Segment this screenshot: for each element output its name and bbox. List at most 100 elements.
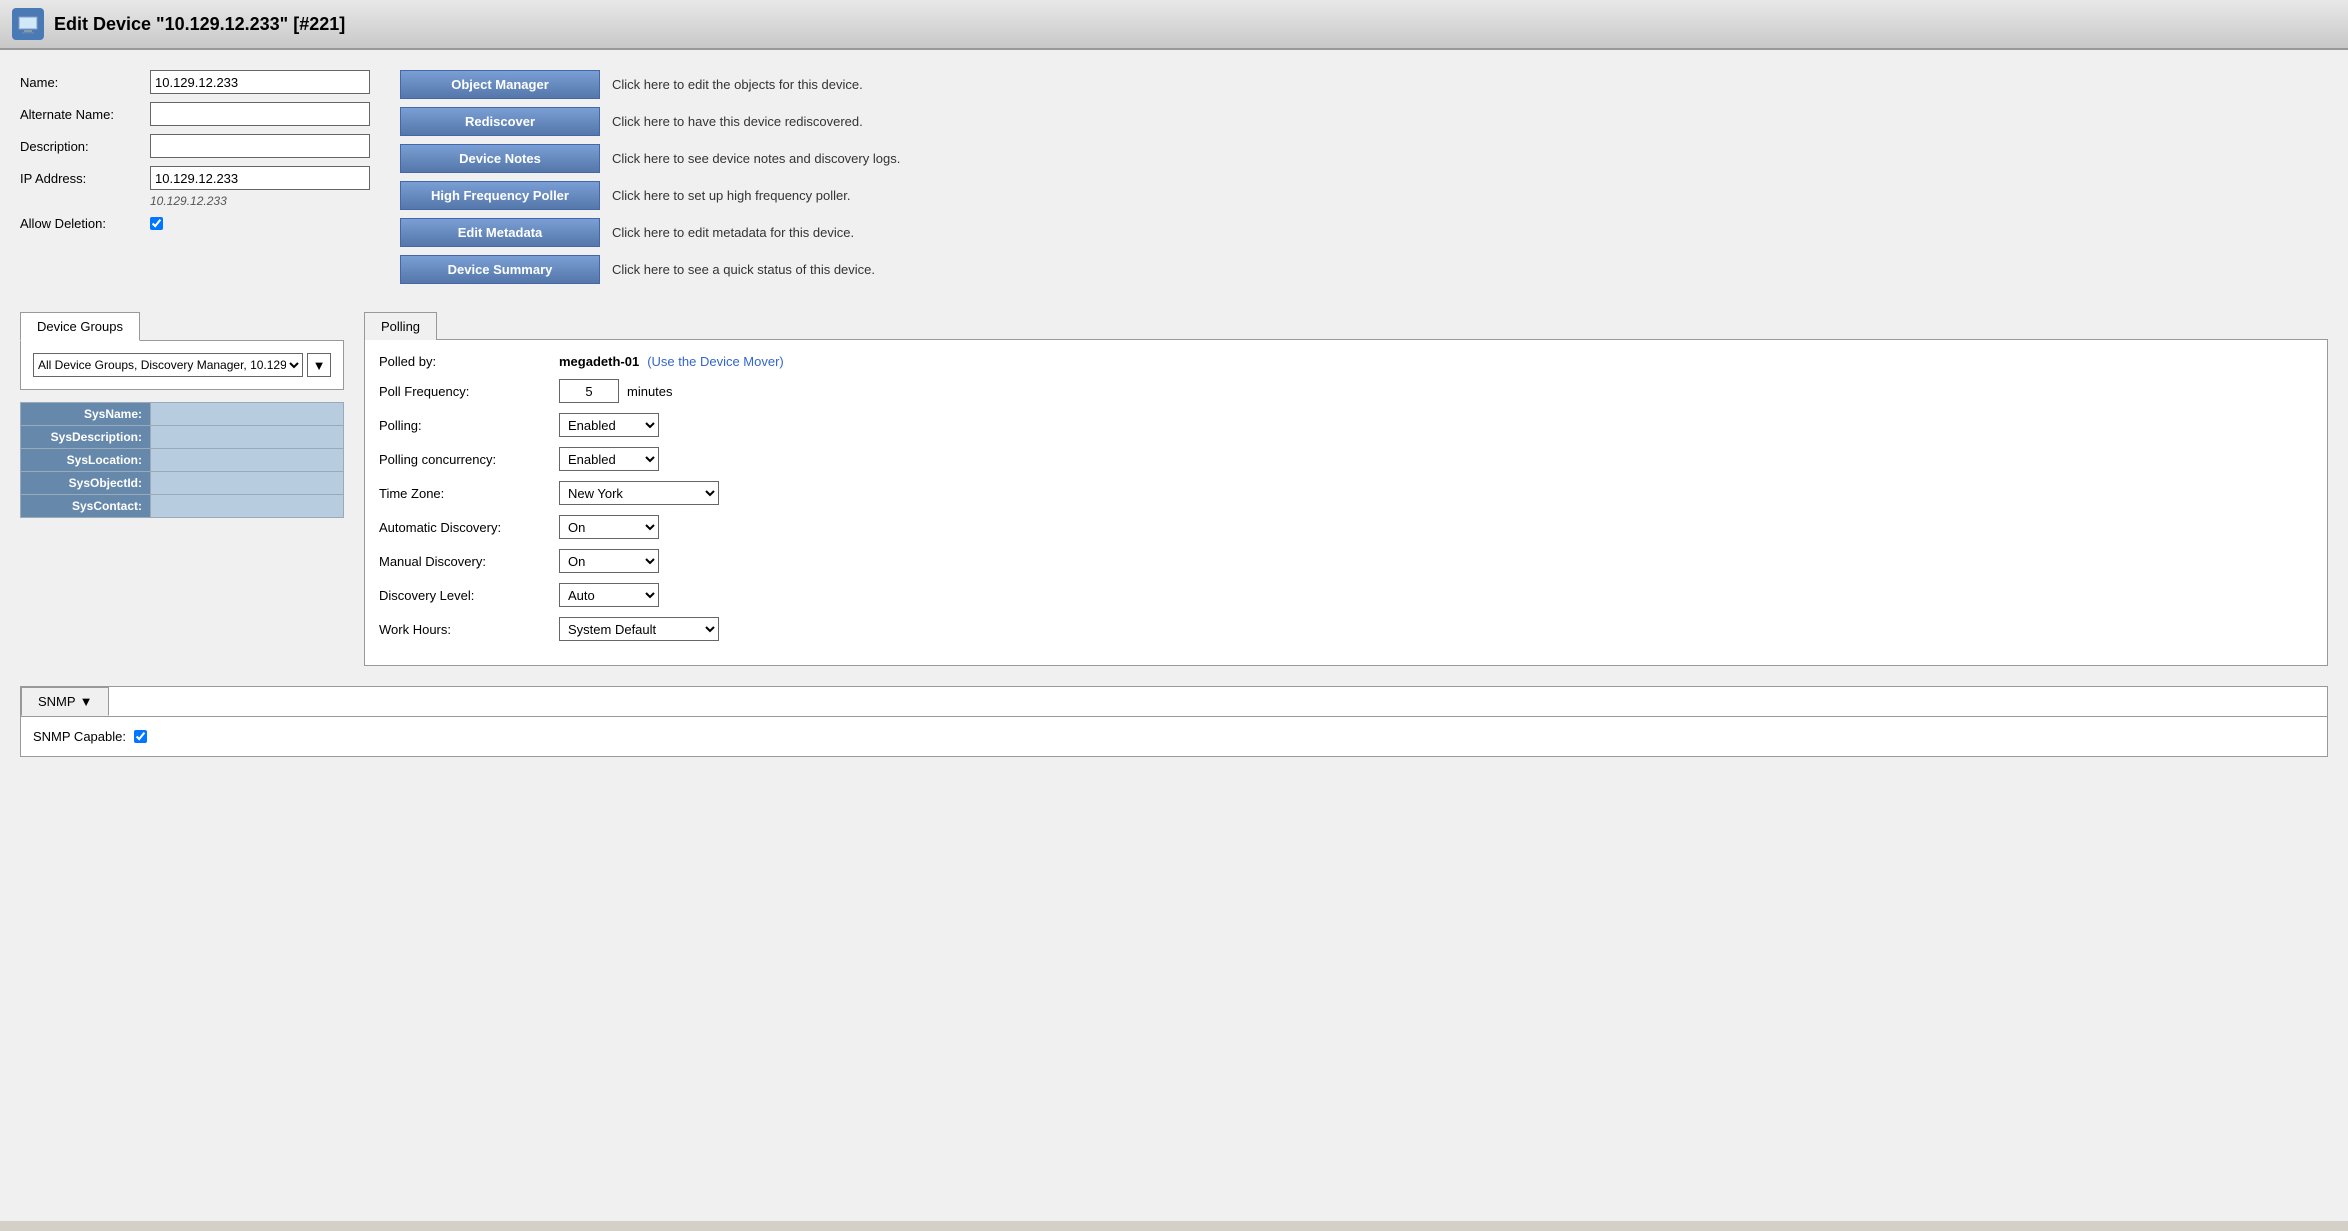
ip-address-input[interactable] <box>150 166 370 190</box>
polling-concurrency-label: Polling concurrency: <box>379 452 559 467</box>
snmp-content: SNMP Capable: <box>21 716 2327 756</box>
device-summary-button[interactable]: Device Summary <box>400 255 600 284</box>
snmp-dropdown-arrow: ▼ <box>80 694 93 709</box>
device-groups-panel: Device Groups All Device Groups, Discove… <box>20 312 344 666</box>
work-hours-row: Work Hours: System Default Business Hour… <box>379 617 2313 641</box>
polling-select[interactable]: Enabled Disabled <box>559 413 659 437</box>
form-section: Name: Alternate Name: Description: IP Ad… <box>20 70 370 292</box>
sys-description-value <box>151 426 344 449</box>
main-content: Name: Alternate Name: Description: IP Ad… <box>0 50 2348 1221</box>
snmp-section: SNMP ▼ SNMP Capable: <box>20 686 2328 757</box>
device-groups-tab[interactable]: Device Groups <box>20 312 140 341</box>
poll-frequency-value: minutes <box>559 379 673 403</box>
edit-metadata-row: Edit Metadata Click here to edit metadat… <box>400 218 2328 247</box>
ip-address-row: IP Address: <box>20 166 370 190</box>
sys-object-id-row: SysObjectId: <box>21 472 344 495</box>
time-zone-label: Time Zone: <box>379 486 559 501</box>
poll-frequency-row: Poll Frequency: minutes <box>379 379 2313 403</box>
object-manager-button[interactable]: Object Manager <box>400 70 600 99</box>
sys-location-value <box>151 449 344 472</box>
name-row: Name: <box>20 70 370 94</box>
work-hours-select[interactable]: System Default Business Hours 24x7 <box>559 617 719 641</box>
discovery-level-row: Discovery Level: Auto Level 1 Level 2 Le… <box>379 583 2313 607</box>
polled-by-row: Polled by: megadeth-01 (Use the Device M… <box>379 354 2313 369</box>
manual-discovery-row: Manual Discovery: On Off <box>379 549 2313 573</box>
polling-label: Polling: <box>379 418 559 433</box>
page-title: Edit Device "10.129.12.233" [#221] <box>54 14 345 35</box>
work-hours-label: Work Hours: <box>379 622 559 637</box>
object-manager-description: Click here to edit the objects for this … <box>612 77 863 92</box>
sys-contact-row: SysContact: <box>21 495 344 518</box>
time-zone-row: Time Zone: New York UTC Los Angeles Chic… <box>379 481 2313 505</box>
description-label: Description: <box>20 139 150 154</box>
sys-description-row: SysDescription: <box>21 426 344 449</box>
device-groups-tab-header: Device Groups <box>20 312 344 340</box>
high-frequency-poller-description: Click here to set up high frequency poll… <box>612 188 850 203</box>
description-input[interactable] <box>150 134 370 158</box>
polled-by-value: megadeth-01 (Use the Device Mover) <box>559 354 784 369</box>
polling-tab-header: Polling <box>364 312 2328 339</box>
device-notes-button[interactable]: Device Notes <box>400 144 600 173</box>
device-notes-row: Device Notes Click here to see device no… <box>400 144 2328 173</box>
allow-deletion-label: Allow Deletion: <box>20 216 150 231</box>
title-bar: Edit Device "10.129.12.233" [#221] <box>0 0 2348 50</box>
top-section: Name: Alternate Name: Description: IP Ad… <box>20 70 2328 292</box>
sys-object-id-label: SysObjectId: <box>21 472 151 495</box>
alternate-name-input[interactable] <box>150 102 370 126</box>
description-row: Description: <box>20 134 370 158</box>
rediscover-button[interactable]: Rediscover <box>400 107 600 136</box>
action-buttons-section: Object Manager Click here to edit the ob… <box>400 70 2328 292</box>
high-frequency-poller-button[interactable]: High Frequency Poller <box>400 181 600 210</box>
automatic-discovery-select[interactable]: On Off <box>559 515 659 539</box>
poll-frequency-label: Poll Frequency: <box>379 384 559 399</box>
sys-name-row: SysName: <box>21 403 344 426</box>
sys-location-row: SysLocation: <box>21 449 344 472</box>
minutes-label: minutes <box>627 384 673 399</box>
edit-metadata-description: Click here to edit metadata for this dev… <box>612 225 854 240</box>
allow-deletion-row: Allow Deletion: <box>20 216 370 231</box>
device-groups-select[interactable]: All Device Groups, Discovery Manager, 10… <box>33 353 303 377</box>
ip-address-label: IP Address: <box>20 171 150 186</box>
device-groups-dropdown-arrow[interactable]: ▼ <box>307 353 331 377</box>
device-groups-select-row: All Device Groups, Discovery Manager, 10… <box>33 353 331 377</box>
discovery-level-select[interactable]: Auto Level 1 Level 2 Level 3 <box>559 583 659 607</box>
snmp-tab-header: SNMP ▼ <box>21 687 2327 716</box>
snmp-tab[interactable]: SNMP ▼ <box>21 687 109 716</box>
name-input[interactable] <box>150 70 370 94</box>
time-zone-select[interactable]: New York UTC Los Angeles Chicago <box>559 481 719 505</box>
rediscover-row: Rediscover Click here to have this devic… <box>400 107 2328 136</box>
sys-location-label: SysLocation: <box>21 449 151 472</box>
manual-discovery-label: Manual Discovery: <box>379 554 559 569</box>
snmp-capable-label: SNMP Capable: <box>33 729 126 744</box>
object-manager-row: Object Manager Click here to edit the ob… <box>400 70 2328 99</box>
sys-contact-value <box>151 495 344 518</box>
rediscover-description: Click here to have this device rediscove… <box>612 114 863 129</box>
sys-object-id-value <box>151 472 344 495</box>
poll-server: megadeth-01 <box>559 354 639 369</box>
poll-frequency-input[interactable] <box>559 379 619 403</box>
polling-content: Polled by: megadeth-01 (Use the Device M… <box>364 339 2328 666</box>
name-label: Name: <box>20 75 150 90</box>
snmp-capable-checkbox[interactable] <box>134 730 147 743</box>
snmp-tab-label: SNMP <box>38 694 76 709</box>
discovery-level-label: Discovery Level: <box>379 588 559 603</box>
device-groups-tab-content: All Device Groups, Discovery Manager, 10… <box>20 340 344 390</box>
manual-discovery-select[interactable]: On Off <box>559 549 659 573</box>
allow-deletion-checkbox[interactable] <box>150 217 163 230</box>
alternate-name-label: Alternate Name: <box>20 107 150 122</box>
device-summary-row: Device Summary Click here to see a quick… <box>400 255 2328 284</box>
app-icon <box>12 8 44 40</box>
polling-row: Polling: Enabled Disabled <box>379 413 2313 437</box>
automatic-discovery-label: Automatic Discovery: <box>379 520 559 535</box>
middle-section: Device Groups All Device Groups, Discove… <box>20 312 2328 666</box>
edit-metadata-button[interactable]: Edit Metadata <box>400 218 600 247</box>
polling-tab[interactable]: Polling <box>364 312 437 340</box>
sys-info-table: SysName: SysDescription: SysLocation: Sy… <box>20 402 344 518</box>
use-device-mover-link[interactable]: (Use the Device Mover) <box>647 354 784 369</box>
sys-contact-label: SysContact: <box>21 495 151 518</box>
sys-description-label: SysDescription: <box>21 426 151 449</box>
high-frequency-poller-row: High Frequency Poller Click here to set … <box>400 181 2328 210</box>
snmp-capable-row: SNMP Capable: <box>33 729 2315 744</box>
device-summary-description: Click here to see a quick status of this… <box>612 262 875 277</box>
polling-concurrency-select[interactable]: Enabled Disabled <box>559 447 659 471</box>
